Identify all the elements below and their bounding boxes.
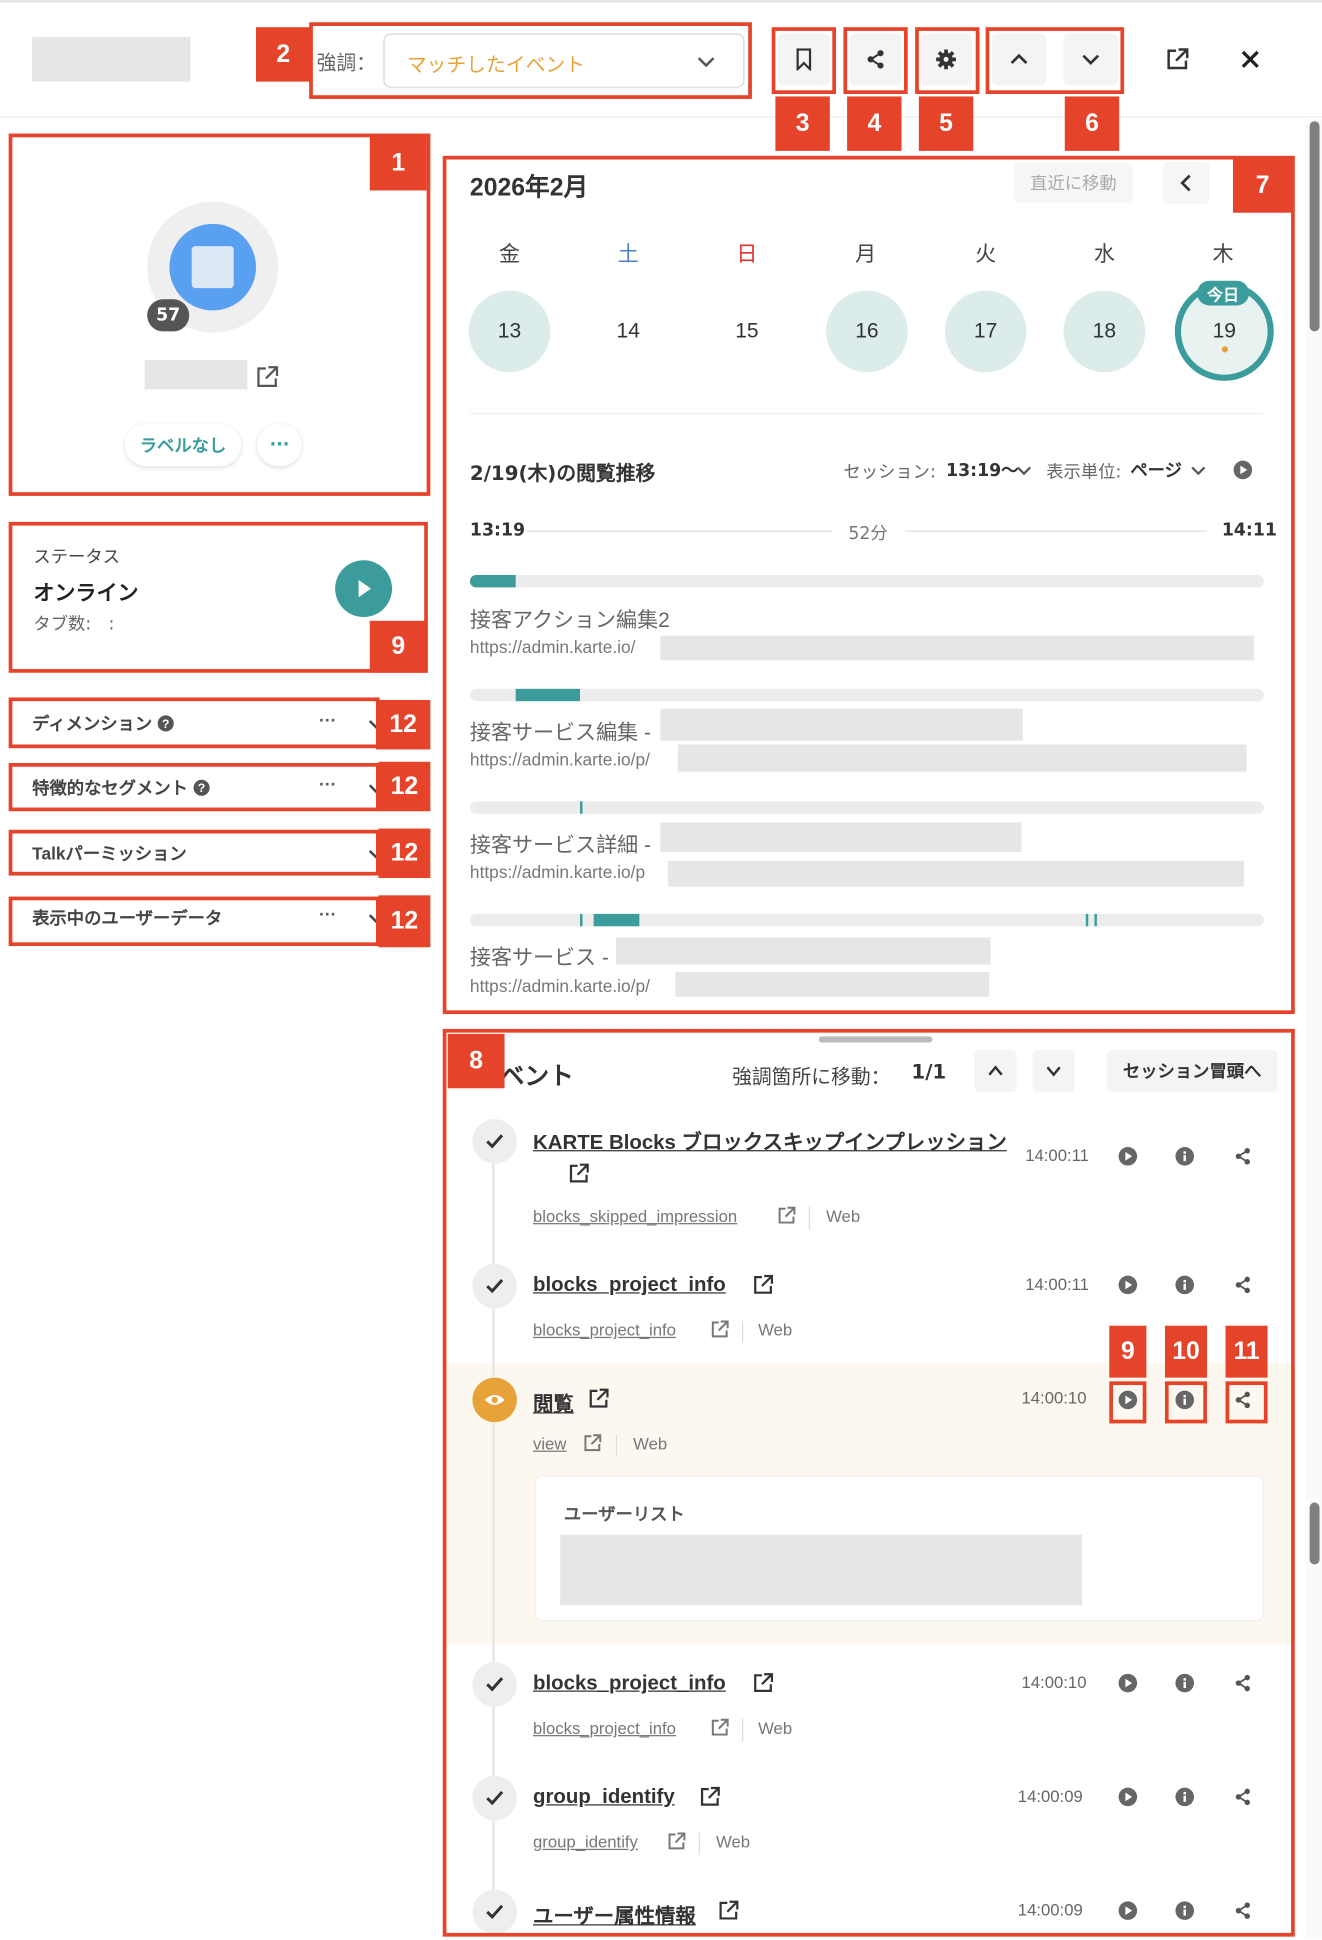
annotation-badge-7: 7 bbox=[1232, 158, 1293, 213]
open-external-button[interactable] bbox=[1160, 42, 1195, 77]
scrollbar-thumb-top[interactable] bbox=[1309, 121, 1320, 332]
annotation-box-12b bbox=[8, 763, 380, 812]
annotation-badge-3: 3 bbox=[775, 96, 830, 151]
scrollbar-thumb-bottom[interactable] bbox=[1309, 1502, 1320, 1565]
close-button[interactable] bbox=[1233, 42, 1268, 77]
annotation-box-7 bbox=[442, 155, 1295, 1015]
logo-placeholder bbox=[32, 37, 191, 82]
annotation-box-1 bbox=[8, 133, 431, 496]
annotation-box-6 bbox=[985, 27, 1125, 94]
annotation-box-5 bbox=[915, 27, 980, 94]
close-icon bbox=[1240, 49, 1260, 69]
annotation-badge-12d: 12 bbox=[378, 895, 431, 948]
scrollbar-track[interactable] bbox=[1305, 118, 1322, 1940]
annotation-badge-12a: 12 bbox=[375, 699, 431, 750]
annotation-badge-6: 6 bbox=[1064, 96, 1120, 151]
annotation-box-12a bbox=[8, 697, 380, 749]
header-divider bbox=[0, 116, 1322, 118]
annotation-badge-12c: 12 bbox=[378, 828, 431, 879]
annotation-box-3 bbox=[771, 27, 836, 94]
annotation-box-4 bbox=[843, 27, 908, 94]
annotation-badge-5: 5 bbox=[918, 96, 974, 151]
annotation-badge-12b: 12 bbox=[378, 761, 431, 812]
annotation-badge-4: 4 bbox=[847, 96, 902, 151]
annotation-box-8 bbox=[442, 1028, 1295, 1937]
annotation-badge-8: 8 bbox=[447, 1033, 505, 1089]
annotation-badge-1: 1 bbox=[369, 136, 427, 191]
annotation-box-12c bbox=[8, 829, 380, 876]
annotation-box-2 bbox=[309, 22, 752, 99]
annotation-badge-2: 2 bbox=[255, 27, 311, 82]
top-border bbox=[0, 0, 1322, 3]
annotation-badge-9a: 9 bbox=[369, 620, 427, 673]
annotation-box-12d bbox=[8, 896, 380, 947]
external-link-icon bbox=[1165, 47, 1190, 72]
annotation-box-9a bbox=[8, 521, 428, 673]
